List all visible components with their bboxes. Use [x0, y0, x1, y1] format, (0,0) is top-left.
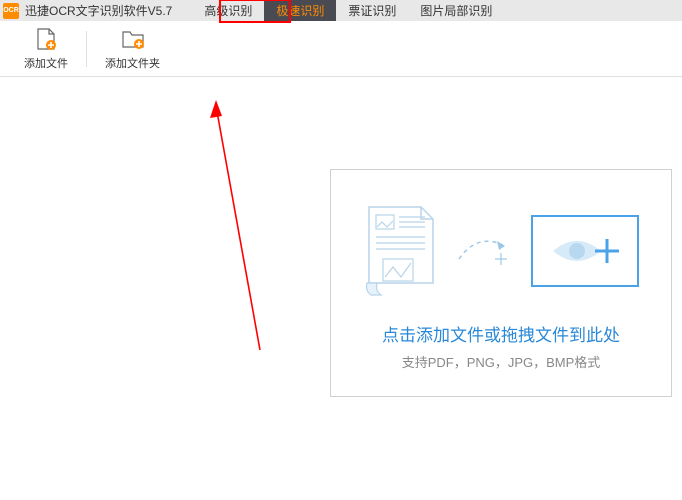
- add-folder-label: 添加文件夹: [105, 55, 160, 71]
- drop-zone[interactable]: 点击添加文件或拖拽文件到此处 支持PDF，PNG，JPG，BMP格式: [330, 169, 672, 397]
- toolbar-divider: [86, 31, 87, 67]
- tab-advanced-ocr[interactable]: 高级识别: [192, 0, 264, 21]
- drop-zone-subtitle: 支持PDF，PNG，JPG，BMP格式: [402, 352, 601, 371]
- dashed-arrow-icon: [457, 231, 513, 271]
- toolbar: 添加文件 添加文件夹: [0, 21, 682, 77]
- app-logo-icon: OCR: [3, 3, 19, 19]
- eye-preview-icon: [545, 229, 625, 273]
- add-file-label: 添加文件: [24, 55, 68, 71]
- annotation-arrow-icon: [198, 100, 262, 350]
- app-title: 迅捷OCR文字识别软件V5.7: [25, 2, 172, 19]
- drop-zone-graphics: [363, 205, 639, 297]
- drop-zone-title: 点击添加文件或拖拽文件到此处: [382, 321, 620, 346]
- add-folder-icon: [121, 27, 145, 51]
- document-icon: [363, 205, 439, 297]
- title-bar: OCR 迅捷OCR文字识别软件V5.7 高级识别 极速识别 票证识别 图片局部识…: [0, 0, 682, 21]
- eye-preview-box: [531, 215, 639, 287]
- menu-tabs: 高级识别 极速识别 票证识别 图片局部识别: [192, 0, 504, 21]
- tab-fast-ocr[interactable]: 极速识别: [264, 0, 336, 21]
- add-folder-button[interactable]: 添加文件夹: [95, 27, 170, 71]
- content-area: 点击添加文件或拖拽文件到此处 支持PDF，PNG，JPG，BMP格式: [0, 77, 682, 500]
- tab-region-ocr[interactable]: 图片局部识别: [408, 0, 504, 21]
- tab-ticket-ocr[interactable]: 票证识别: [336, 0, 408, 21]
- add-file-button[interactable]: 添加文件: [14, 27, 78, 71]
- add-file-icon: [34, 27, 58, 51]
